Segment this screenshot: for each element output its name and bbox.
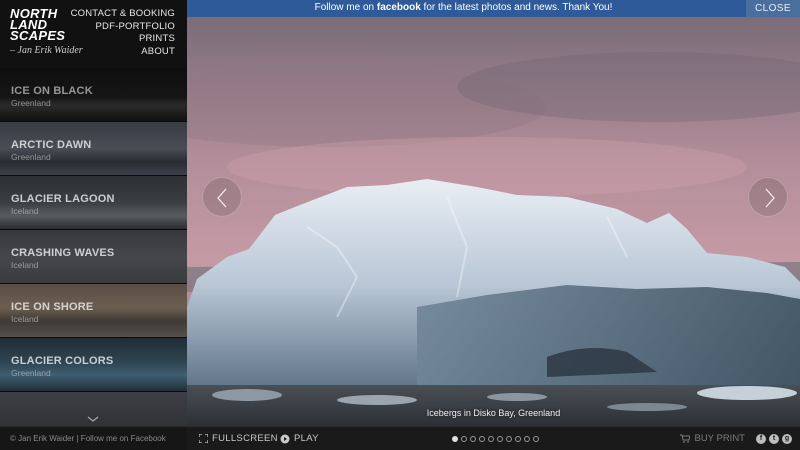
- gallery-item-ice-on-shore[interactable]: ICE ON SHORE Iceland: [0, 284, 187, 338]
- gallery-item-glacier-lagoon[interactable]: GLACIER LAGOON Iceland: [0, 176, 187, 230]
- pagination-dot[interactable]: [506, 436, 512, 442]
- gallery-item-subtitle: Iceland: [11, 314, 39, 324]
- play-button[interactable]: PLAY: [280, 433, 319, 444]
- play-label: PLAY: [294, 433, 319, 444]
- gallery-item-subtitle: Iceland: [11, 206, 39, 216]
- gallery-item-title: GLACIER LAGOON: [11, 193, 115, 205]
- gallery-list: ICE ON BLACK Greenland ARCTIC DAWN Green…: [0, 68, 187, 446]
- banner-message[interactable]: Follow me on facebook for the latest pho…: [187, 2, 740, 13]
- top-navigation: CONTACT & BOOKING PDF-PORTFOLIO PRINTS A…: [71, 8, 175, 58]
- banner-suffix: for the latest photos and news. Thank Yo…: [420, 2, 613, 13]
- gallery-item-crashing-waves[interactable]: CRASHING WAVES Iceland: [0, 230, 187, 284]
- previous-arrow-button[interactable]: [202, 177, 242, 217]
- buy-print-label: BUY PRINT: [694, 433, 745, 444]
- chevron-left-icon: [217, 188, 227, 208]
- gallery-item-title: ARCTIC DAWN: [11, 139, 92, 151]
- facebook-banner: Follow me on facebook for the latest pho…: [187, 0, 800, 17]
- nav-contact-booking[interactable]: CONTACT & BOOKING: [71, 8, 175, 21]
- pagination-dot[interactable]: [524, 436, 530, 442]
- twitter-icon[interactable]: t: [769, 434, 779, 444]
- chevron-down-icon[interactable]: [86, 414, 100, 424]
- pagination-dot[interactable]: [461, 436, 467, 442]
- pagination-dot[interactable]: [479, 436, 485, 442]
- next-arrow-button[interactable]: [748, 177, 788, 217]
- play-icon: [280, 434, 290, 443]
- gallery-item-title: GLACIER COLORS: [11, 355, 114, 367]
- pagination-dot[interactable]: [470, 436, 476, 442]
- slide-pagination: [452, 436, 539, 442]
- gallery-item-subtitle: Iceland: [11, 260, 39, 270]
- pagination-dot[interactable]: [488, 436, 494, 442]
- sidebar: NORTH LAND SCAPES – Jan Erik Waider CONT…: [0, 0, 187, 450]
- google-plus-icon[interactable]: g: [782, 434, 792, 444]
- gallery-item-glacier-colors[interactable]: GLACIER COLORS Greenland: [0, 338, 187, 392]
- nav-about[interactable]: ABOUT: [71, 46, 175, 59]
- banner-facebook: facebook: [376, 2, 421, 13]
- cart-icon: [680, 434, 691, 443]
- social-links: f t g: [756, 434, 792, 444]
- gallery-item-subtitle: Greenland: [11, 152, 51, 162]
- fullscreen-label: FULLSCREEN: [212, 433, 278, 444]
- gallery-item-arctic-dawn[interactable]: ARCTIC DAWN Greenland: [0, 122, 187, 176]
- chevron-right-icon: [765, 188, 775, 208]
- photo-viewer: Icebergs in Disko Bay, Greenland: [187, 17, 800, 426]
- fullscreen-icon: [199, 434, 208, 443]
- iceberg-photo[interactable]: [187, 17, 800, 426]
- footer-copyright[interactable]: © Jan Erik Waider | Follow me on Faceboo…: [10, 434, 166, 443]
- gallery-item-title: ICE ON SHORE: [11, 301, 94, 313]
- pagination-dot[interactable]: [497, 436, 503, 442]
- photo-caption: Icebergs in Disko Bay, Greenland: [426, 408, 561, 418]
- sidebar-footer: © Jan Erik Waider | Follow me on Faceboo…: [0, 426, 187, 450]
- gallery-item-title: ICE ON BLACK: [11, 85, 93, 97]
- close-button[interactable]: CLOSE: [746, 0, 800, 17]
- fullscreen-button[interactable]: FULLSCREEN: [199, 433, 278, 444]
- gallery-item-ice-on-black[interactable]: ICE ON BLACK Greenland: [0, 68, 187, 122]
- facebook-icon[interactable]: f: [756, 434, 766, 444]
- bottom-toolbar: FULLSCREEN PLAY BUY PRINT f t g: [187, 426, 800, 450]
- pagination-dot[interactable]: [533, 436, 539, 442]
- pagination-dot[interactable]: [515, 436, 521, 442]
- buy-print-button[interactable]: BUY PRINT: [680, 433, 745, 444]
- gallery-item-subtitle: Greenland: [11, 98, 51, 108]
- gallery-item-title: CRASHING WAVES: [11, 247, 115, 259]
- gallery-item-subtitle: Greenland: [11, 368, 51, 378]
- pagination-dot[interactable]: [452, 436, 458, 442]
- banner-prefix: Follow me on: [314, 2, 377, 13]
- nav-pdf-portfolio[interactable]: PDF-PORTFOLIO: [71, 21, 175, 34]
- nav-prints[interactable]: PRINTS: [71, 33, 175, 46]
